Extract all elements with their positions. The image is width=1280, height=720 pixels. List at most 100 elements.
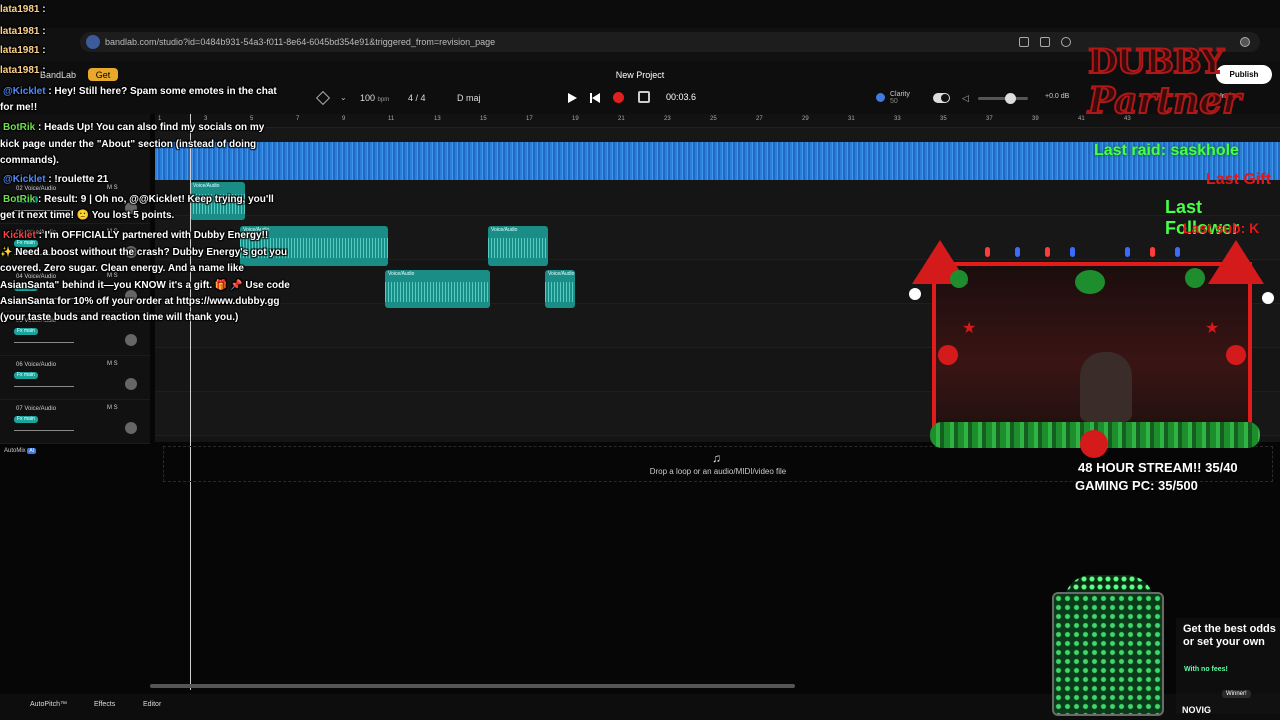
ornament-icon: [1226, 345, 1246, 365]
star-icon: ★: [962, 320, 977, 337]
loop-button[interactable]: [638, 91, 650, 103]
master-volume-knob[interactable]: [1005, 93, 1016, 104]
chat-text: :: [39, 4, 46, 15]
pan-knob[interactable]: [125, 422, 137, 434]
dubby-logo-line1: DUBBY: [1087, 41, 1225, 83]
streamer-face: [1080, 352, 1132, 422]
chat-message: lata1981 :: [0, 4, 46, 15]
rewind-button[interactable]: [588, 89, 604, 107]
ruler-tick: 15: [480, 116, 487, 122]
chat-message: BotRik : Result: 9 | Oh no, @@Kicklet! K…: [3, 194, 274, 205]
ruler-tick: 21: [618, 116, 625, 122]
ruler-tick: 39: [1032, 116, 1039, 122]
search-icon[interactable]: [1061, 37, 1071, 47]
chat-text: for me!!: [0, 102, 38, 113]
pan-knob[interactable]: [125, 378, 137, 390]
track-header[interactable]: 07 Voice/Audio M S Fx main: [0, 400, 150, 444]
time-signature[interactable]: 4 / 4: [408, 93, 426, 103]
master-volume-slider[interactable]: [978, 97, 1028, 100]
clarity-label: Clarity: [890, 91, 910, 98]
extension-icon[interactable]: [1019, 37, 1029, 47]
clip-waveform: [385, 282, 490, 302]
automix-row[interactable]: AutoMix AI: [4, 448, 37, 454]
track-name[interactable]: 06 Voice/Audio: [16, 362, 56, 368]
speaker-icon[interactable]: ◁: [962, 93, 969, 104]
chat-username: lata1981: [0, 26, 40, 37]
fx-chip[interactable]: Fx main: [14, 416, 38, 423]
chat-message: ✨ Need a boost without the crash? Dubby …: [0, 247, 287, 258]
novig-ad-fees: With no fees!: [1184, 666, 1228, 673]
stream-goal-text: 48 HOUR STREAM!! 35/40: [1078, 460, 1238, 475]
chat-message: lata1981 :: [0, 65, 46, 76]
light-bulb-icon: [1070, 247, 1075, 257]
screen-icon[interactable]: [1040, 37, 1050, 47]
chat-message: @Kicklet : !roulette 21: [3, 174, 108, 185]
chat-message: kick page under the "About" section (ins…: [0, 139, 256, 150]
audio-clip[interactable]: Voice/Audio: [545, 270, 575, 308]
chat-username: @Kicklet: [3, 86, 46, 97]
fx-chip[interactable]: Fx main: [14, 372, 38, 379]
chat-overlay: lata1981 : lata1981 : lata1981 : lata1981 :…: [0, 0, 300, 330]
mute-solo-buttons[interactable]: M S: [107, 405, 118, 411]
clarity-toggle[interactable]: [933, 93, 950, 103]
key-selector[interactable]: D maj: [457, 93, 481, 103]
track-volume-slider[interactable]: [14, 430, 74, 431]
star-icon: ★: [1205, 320, 1220, 337]
ruler-tick: 35: [940, 116, 947, 122]
chat-text: AsianSanta" behind it—you KNOW it's a gi…: [0, 280, 290, 291]
chat-message: for me!!: [0, 102, 37, 113]
chat-message: covered. Zero sugar. Clean energy. And a…: [0, 263, 244, 274]
track-volume-slider[interactable]: [14, 386, 74, 387]
audio-clip[interactable]: Voice/Audio: [385, 270, 490, 308]
effects-button[interactable]: Effects: [94, 701, 115, 708]
hat-pom: [909, 288, 921, 300]
clarity-value: 50: [890, 98, 898, 105]
novig-winner-badge: Winner!: [1222, 690, 1251, 698]
bpm-unit: bpm: [377, 97, 390, 103]
pan-knob[interactable]: [125, 334, 137, 346]
bpm-field[interactable]: 100 bpm: [360, 93, 389, 103]
chat-text: AsianSanta for 10% off your order at htt…: [0, 296, 280, 307]
clip-label: Voice/Audio: [388, 271, 415, 277]
profile-avatar[interactable]: [1240, 37, 1250, 47]
chevron-down-icon[interactable]: ⌄: [340, 93, 347, 102]
chat-username: BotRik: [3, 194, 36, 205]
light-bulb-icon: [1175, 247, 1180, 257]
editor-button[interactable]: Editor: [143, 701, 161, 708]
chat-username: lata1981: [0, 65, 40, 76]
chat-text: : Result: 9 | Oh no, @@Kicklet! Keep try…: [35, 194, 274, 205]
track-header[interactable]: 06 Voice/Audio M S Fx main: [0, 356, 150, 400]
chat-message: Kicklet : I'm OFFICIALLY partnered with …: [3, 230, 268, 241]
record-button[interactable]: [613, 92, 624, 103]
horizontal-scrollbar[interactable]: [150, 684, 795, 688]
mute-solo-buttons[interactable]: M S: [107, 361, 118, 367]
last-sub-text: Last sub: K: [1183, 220, 1260, 236]
ornament-icon: [1080, 430, 1108, 458]
project-title[interactable]: New Project: [600, 70, 680, 80]
light-bulb-icon: [1045, 247, 1050, 257]
chat-text: covered. Zero sugar. Clean energy. And a…: [0, 263, 244, 274]
santa-hat-right-icon: [1208, 240, 1264, 284]
jelly-bean-jar: [1052, 592, 1164, 716]
chat-text: commands).: [0, 155, 59, 166]
ruler-tick: 17: [526, 116, 533, 122]
chat-message: lata1981 :: [0, 45, 46, 56]
holly-leaf-icon: [1185, 268, 1205, 288]
light-bulb-icon: [1015, 247, 1020, 257]
track-name[interactable]: 07 Voice/Audio: [16, 406, 56, 412]
ruler-tick: 29: [802, 116, 809, 122]
chat-text: (your taste buds and reaction time will …: [0, 312, 239, 323]
automix-ai-badge: AI: [27, 448, 37, 454]
clarity-control[interactable]: Clarity 50: [890, 91, 910, 105]
play-button[interactable]: [563, 89, 581, 107]
audio-clip[interactable]: Voice/Audio: [488, 226, 548, 266]
autopitch-button[interactable]: AutoPitch™: [30, 701, 67, 708]
chat-message: commands).: [0, 155, 59, 166]
track-volume-slider[interactable]: [14, 342, 74, 343]
chat-text: : I'm OFFICIALLY partnered with Dubby En…: [35, 230, 269, 241]
ornament-icon: [938, 345, 958, 365]
clip-label: Voice/Audio: [491, 227, 518, 233]
last-gift-text: Last Gift: [1206, 171, 1271, 188]
automix-label: AutoMix: [4, 448, 26, 454]
screen: bandlab.com/studio?id=0484b931-54a3-f011…: [0, 0, 1280, 720]
